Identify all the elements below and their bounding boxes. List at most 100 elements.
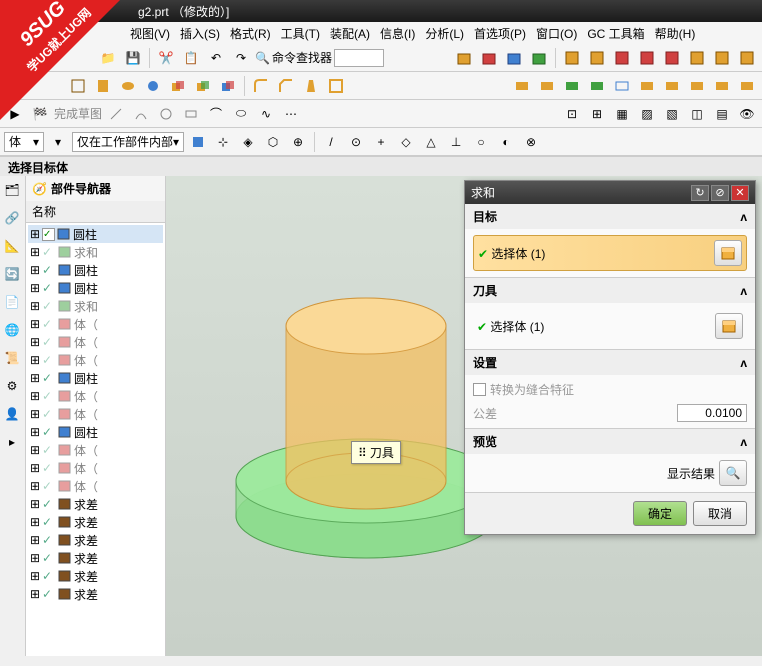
sel1-icon[interactable] <box>187 131 209 153</box>
dialog-pin-icon[interactable]: ⊘ <box>711 185 729 201</box>
feature-tree[interactable]: ⊞圆柱⊞✓求和⊞✓圆柱⊞✓圆柱⊞✓求和⊞✓体（⊞✓体（⊞✓体（⊞✓圆柱⊞✓体（⊞… <box>26 223 165 656</box>
tree-item[interactable]: ⊞✓求差 <box>28 531 163 549</box>
snap5-icon[interactable]: △ <box>420 131 442 153</box>
sk3-icon[interactable] <box>155 103 177 125</box>
cancel-button[interactable]: 取消 <box>693 501 747 526</box>
dialog-reset-icon[interactable]: ↻ <box>691 185 709 201</box>
tree-item[interactable]: ⊞✓求和 <box>28 243 163 261</box>
target-select-row[interactable]: ✔ 选择体 (1) <box>473 235 747 271</box>
tree-item[interactable]: ⊞圆柱 <box>28 225 163 243</box>
nav-constraint-icon[interactable]: 📐 <box>2 236 22 256</box>
sel2-icon[interactable]: ⊹ <box>212 131 234 153</box>
menu-gctoolbox[interactable]: GC 工具箱 <box>583 23 648 44</box>
menu-assembly[interactable]: 装配(A) <box>326 23 374 44</box>
tree-item[interactable]: ⊞✓圆柱 <box>28 261 163 279</box>
sk5-icon[interactable]: ⌒ <box>205 103 227 125</box>
tree-item[interactable]: ⊞✓圆柱 <box>28 369 163 387</box>
menu-analysis[interactable]: 分析(L) <box>421 23 468 44</box>
sk6-icon[interactable]: ⬭ <box>230 103 252 125</box>
undo-icon[interactable]: ↶ <box>205 47 227 69</box>
cube-gold-icon[interactable] <box>453 47 475 69</box>
nav-asm-icon[interactable]: 🔗 <box>2 208 22 228</box>
snap8-icon[interactable]: ◐ <box>495 131 517 153</box>
tree-item[interactable]: ⊞✓求差 <box>28 513 163 531</box>
layer-icon[interactable]: ▤ <box>711 103 733 125</box>
nav-column-header[interactable]: 名称 <box>26 201 165 223</box>
menu-insert[interactable]: 插入(S) <box>176 23 224 44</box>
nav-system-icon[interactable]: ⚙ <box>2 376 22 396</box>
snap9-icon[interactable]: ⊗ <box>520 131 542 153</box>
scope-filter-dropdown[interactable]: 仅在工作部件内部▾ <box>72 132 184 152</box>
snap6-icon[interactable]: ⊥ <box>445 131 467 153</box>
surf7-icon[interactable] <box>686 75 708 97</box>
redo-icon[interactable]: ↷ <box>230 47 252 69</box>
subtract-icon[interactable] <box>192 75 214 97</box>
menu-help[interactable]: 帮助(H) <box>651 23 700 44</box>
tree-item[interactable]: ⊞✓体（ <box>28 315 163 333</box>
sk4-icon[interactable] <box>180 103 202 125</box>
tree-item[interactable]: ⊞✓体（ <box>28 441 163 459</box>
tree-item[interactable]: ⊞✓体（ <box>28 459 163 477</box>
nav-roles-icon[interactable]: 👤 <box>2 404 22 424</box>
show-result-button[interactable]: 🔍 <box>719 460 747 486</box>
cut-icon[interactable]: ✂️ <box>155 47 177 69</box>
tree-item[interactable]: ⊞✓体（ <box>28 477 163 495</box>
cube-green-icon[interactable] <box>528 47 550 69</box>
dim6-icon[interactable]: ◫ <box>686 103 708 125</box>
ok-button[interactable]: 确定 <box>633 501 687 526</box>
tool-select-button[interactable] <box>715 313 743 339</box>
cube-blue-icon[interactable] <box>503 47 525 69</box>
menu-window[interactable]: 窗口(O) <box>532 23 581 44</box>
type-filter-dropdown[interactable]: 体▾ <box>4 132 44 152</box>
surf5-icon[interactable] <box>636 75 658 97</box>
surf1-icon[interactable] <box>511 75 533 97</box>
snap7-icon[interactable]: ○ <box>470 131 492 153</box>
dim1-icon[interactable]: ⊡ <box>561 103 583 125</box>
shell-icon[interactable] <box>325 75 347 97</box>
dim2-icon[interactable]: ⊞ <box>586 103 608 125</box>
menu-info[interactable]: 信息(I) <box>376 23 419 44</box>
snap2-icon[interactable]: ⊙ <box>345 131 367 153</box>
feature-icon[interactable] <box>561 47 583 69</box>
mesh-icon[interactable] <box>611 75 633 97</box>
tolerance-input[interactable] <box>677 404 747 422</box>
section-settings-header[interactable]: 设置 ʌ <box>465 350 755 375</box>
revolve-icon[interactable] <box>117 75 139 97</box>
tree-item[interactable]: ⊞✓求和 <box>28 297 163 315</box>
section-tool-header[interactable]: 刀具 ʌ <box>465 278 755 303</box>
menu-prefs[interactable]: 首选项(P) <box>470 23 530 44</box>
dialog-close-icon[interactable]: ✕ <box>731 185 749 201</box>
sk2-icon[interactable] <box>130 103 152 125</box>
tree-item[interactable]: ⊞✓求差 <box>28 549 163 567</box>
nav-hd3d-icon[interactable]: 📄 <box>2 292 22 312</box>
feature8-icon[interactable] <box>736 47 758 69</box>
cube-red-icon[interactable] <box>478 47 500 69</box>
surf9-icon[interactable] <box>736 75 758 97</box>
menu-view[interactable]: 视图(V) <box>126 23 174 44</box>
tree-item[interactable]: ⊞✓圆柱 <box>28 279 163 297</box>
section-target-header[interactable]: 目标 ʌ <box>465 204 755 229</box>
feature4-icon[interactable] <box>636 47 658 69</box>
section-preview-header[interactable]: 预览 ʌ <box>465 429 755 454</box>
surf4-icon[interactable] <box>586 75 608 97</box>
dialog-titlebar[interactable]: 求和 ↻ ⊘ ✕ <box>465 181 755 204</box>
dim3-icon[interactable]: ▦ <box>611 103 633 125</box>
snap1-icon[interactable]: / <box>320 131 342 153</box>
surf3-icon[interactable] <box>561 75 583 97</box>
tree-item[interactable]: ⊞✓体（ <box>28 351 163 369</box>
feature2-icon[interactable] <box>586 47 608 69</box>
feature-checkbox[interactable] <box>42 228 55 241</box>
menu-tools[interactable]: 工具(T) <box>277 23 324 44</box>
unite-icon[interactable] <box>167 75 189 97</box>
surf2-icon[interactable] <box>536 75 558 97</box>
chamfer-icon[interactable] <box>275 75 297 97</box>
feature6-icon[interactable] <box>686 47 708 69</box>
draft-icon[interactable] <box>300 75 322 97</box>
menu-format[interactable]: 格式(R) <box>226 23 275 44</box>
filter-icon[interactable]: ▾ <box>47 131 69 153</box>
convert-checkbox[interactable] <box>473 383 486 396</box>
tree-item[interactable]: ⊞✓体（ <box>28 405 163 423</box>
tree-item[interactable]: ⊞✓圆柱 <box>28 423 163 441</box>
nav-more-icon[interactable]: ▸ <box>2 432 22 452</box>
tree-item[interactable]: ⊞✓体（ <box>28 333 163 351</box>
